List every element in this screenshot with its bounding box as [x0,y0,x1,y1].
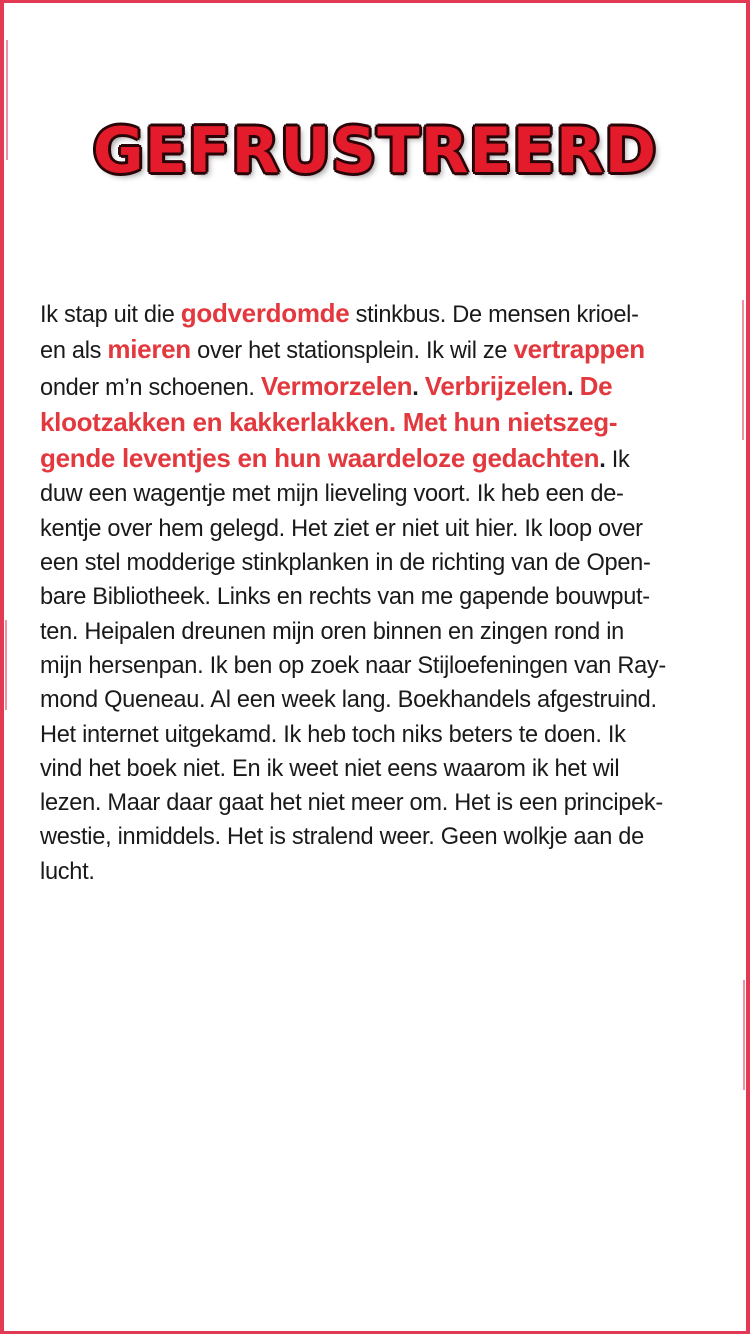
story-text: Ik stap uit die godverdomde stinkbus. De… [40,296,712,889]
text-line: Ik stap uit die godverdomde stinkbus. De… [40,296,712,332]
text-line: lezen. Maar daar gaat het niet meer om. … [40,790,663,817]
highlight-word: mieren [107,334,191,365]
border-texture [742,300,744,440]
text-line: gende leventjes en hun waardeloze gedach… [40,441,712,477]
text-line: klootzakken en kakkerlakken. Met hun nie… [40,405,712,441]
highlight-phrase: klootzakken en kakkerlakken. Met hun nie… [40,406,618,437]
highlight-phrase: gende leventjes en hun waardeloze gedach… [40,443,600,474]
text-period: . [412,374,419,401]
text-line: onder m’n schoenen. Vermorzelen. Verbrij… [40,369,712,405]
text-segment: Ik stap uit die [40,302,181,328]
text-line: westie, inmiddels. Het is stralend weer.… [40,824,644,851]
highlight-word: vertrappen [513,334,645,365]
text-line: duw een wagentje met mijn lieveling voor… [40,481,624,508]
text-line: bare Bibliotheek. Links en rechts van me… [40,584,650,611]
highlight-word: Vermorzelen [260,370,413,401]
text-segment: over het stationsplein. Ik wil ze [190,338,514,365]
text-segment: stinkbus. De mensen krioel- [349,302,639,328]
text-segment: en als [40,338,108,365]
border-texture [5,620,7,710]
text-line: vind het boek niet. En ik weet niet eens… [40,755,620,782]
border-texture [743,980,745,1090]
text-line: Het internet uitgekamd. Ik heb toch niks… [40,721,626,748]
text-line: mijn hersenpan. Ik ben op zoek naar Stij… [40,652,666,679]
text-line: kentje over hem gelegd. Het ziet er niet… [40,515,643,542]
story-page: GEFRUSTREERD Ik stap uit die godverdomde… [0,0,750,1334]
text-segment: Ik [605,447,630,474]
text-line: lucht. [40,858,95,885]
text-line: mond Queneau. Al een week lang. Boekhand… [40,687,657,714]
text-line: en als mieren over het stationsplein. Ik… [40,332,712,368]
left-border [0,0,4,1334]
highlight-word: Verbrijzelen [424,370,568,401]
text-line: een stel modderige stinkplanken in de ri… [40,550,651,577]
highlight-word: godverdomde [180,298,350,328]
text-segment: onder m’n schoenen. [40,374,261,401]
right-border [746,0,750,1334]
top-border [0,0,750,3]
page-title: GEFRUSTREERD [92,114,658,187]
text-line: ten. Heipalen dreunen mijn oren binnen e… [40,618,624,645]
highlight-word: De [579,370,613,401]
